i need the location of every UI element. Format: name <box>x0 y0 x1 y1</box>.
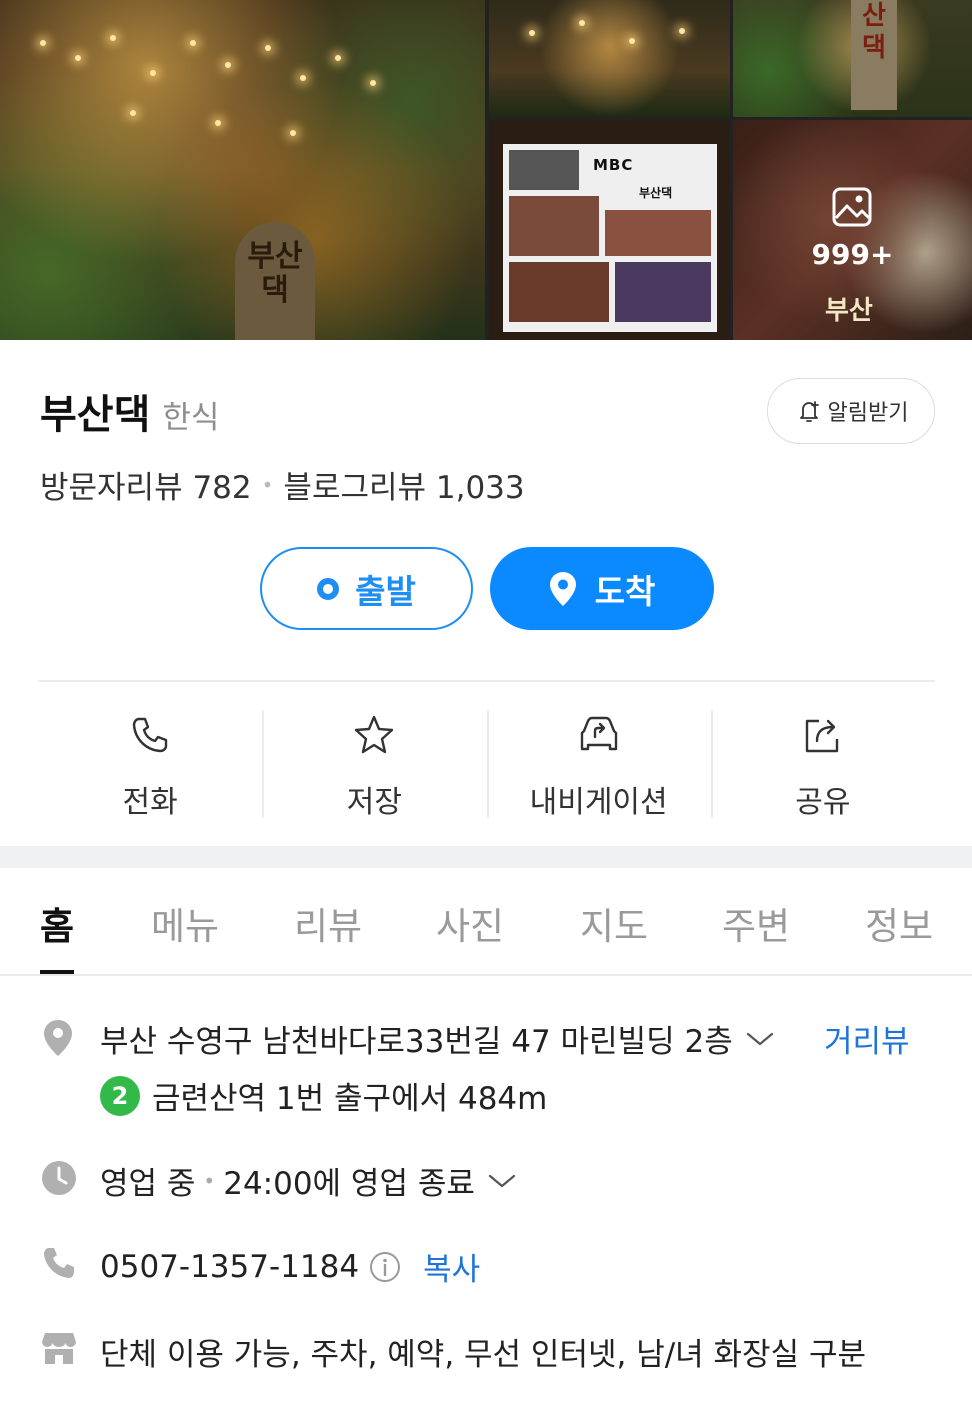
divider <box>38 680 935 682</box>
photo-thumbnail[interactable]: 산댁 <box>733 0 972 117</box>
action-label: 저장 <box>346 785 402 820</box>
call-action[interactable]: 전화 <box>38 706 262 821</box>
section-gap <box>0 846 972 868</box>
tab-map[interactable]: 지도 <box>580 896 648 950</box>
tab-menu[interactable]: 메뉴 <box>151 896 219 950</box>
photo-watermark: 부산 <box>825 296 873 326</box>
place-header: 부산댁 한식 <box>40 382 219 440</box>
car-navigation-icon <box>580 716 617 750</box>
visitor-reviews-link[interactable]: 방문자리뷰 782 <box>40 462 252 507</box>
alarm-button[interactable]: 알림받기 <box>767 378 935 444</box>
banner-sign: 산댁 <box>851 0 897 110</box>
phone-icon <box>44 1248 74 1278</box>
active-tab-indicator <box>40 970 74 974</box>
star-icon <box>355 715 394 753</box>
place-category: 한식 <box>162 400 220 436</box>
amenities-text: 단체 이용 가능, 주차, 예약, 무선 인터넷, 남/녀 화장실 구분 <box>100 1337 866 1373</box>
alarm-label: 알림받기 <box>827 401 909 426</box>
tab-photos[interactable]: 사진 <box>436 896 504 950</box>
photo-thumbnail[interactable]: MBC 부산댁 <box>489 120 730 340</box>
hours-row[interactable]: 영업 중 • 24:00에 영업 종료 <box>100 1158 517 1203</box>
business-hours: 24:00에 영업 종료 <box>223 1166 475 1202</box>
address-text: 부산 수영구 남천바다로33번길 47 마린빌딩 2층 <box>100 1024 733 1060</box>
action-label: 내비게이션 <box>529 785 668 820</box>
tab-nearby[interactable]: 주변 <box>722 896 790 950</box>
tab-home[interactable]: 홈 <box>40 896 74 950</box>
restaurant-sign: 부산댁 <box>235 222 315 340</box>
phone-number[interactable]: 0507-1357-1184 <box>100 1249 359 1285</box>
tab-reviews[interactable]: 리뷰 <box>294 896 362 950</box>
mbc-logo: MBC <box>593 156 634 174</box>
image-icon <box>832 187 872 227</box>
photo-count: 999+ <box>811 238 894 271</box>
photo-gallery: 부산댁 산댁 MBC 부산댁 999+ 부산 <box>0 0 972 340</box>
navigation-action[interactable]: 내비게이션 <box>486 706 711 821</box>
review-summary: 방문자리뷰 782 • 블로그리뷰 1,033 <box>40 462 525 507</box>
amenities-row: 단체 이용 가능, 주차, 예약, 무선 인터넷, 남/녀 화장실 구분 <box>100 1329 866 1374</box>
main-photo[interactable]: 부산댁 <box>0 0 485 340</box>
share-action[interactable]: 공유 <box>710 706 935 821</box>
info-icon[interactable] <box>369 1251 401 1283</box>
destination-label: 도착 <box>594 571 656 611</box>
chevron-down-icon[interactable] <box>487 1171 517 1191</box>
save-action[interactable]: 저장 <box>262 706 486 821</box>
street-view-link[interactable]: 거리뷰 <box>824 1016 910 1061</box>
phone-icon <box>132 717 168 752</box>
address-row[interactable]: 부산 수영구 남천바다로33번길 47 마린빌딩 2층 <box>100 1016 775 1061</box>
place-name: 부산댁 <box>40 392 151 438</box>
start-label: 출발 <box>355 571 416 611</box>
origin-icon <box>317 577 340 600</box>
location-pin-icon <box>549 571 576 606</box>
more-photos[interactable]: 999+ 부산 <box>733 120 972 340</box>
destination-button[interactable]: 도착 <box>490 547 714 630</box>
subway-directions: 금련산역 1번 출구에서 484m <box>152 1081 548 1117</box>
photo-thumbnail[interactable] <box>489 0 730 117</box>
subway-line-badge: 2 <box>100 1075 140 1116</box>
board-name: 부산댁 <box>639 186 673 200</box>
location-pin-icon <box>44 1020 72 1056</box>
bell-plus-icon <box>799 401 819 422</box>
clock-icon <box>42 1161 76 1195</box>
phone-row: 0507-1357-1184 복사 <box>100 1244 480 1289</box>
chevron-down-icon[interactable] <box>745 1029 775 1049</box>
tab-bar: 홈 메뉴 리뷰 사진 지도 주변 정보 <box>0 868 972 976</box>
tab-info[interactable]: 정보 <box>865 896 933 950</box>
blog-reviews-link[interactable]: 블로그리뷰 1,033 <box>283 462 524 507</box>
action-label: 공유 <box>795 785 851 820</box>
action-label: 전화 <box>122 785 178 820</box>
copy-button[interactable]: 복사 <box>423 1244 480 1289</box>
subway-row: 2 금련산역 1번 출구에서 484m <box>100 1073 547 1118</box>
share-icon <box>805 719 839 752</box>
business-status: 영업 중 <box>100 1166 196 1202</box>
start-button[interactable]: 출발 <box>260 547 473 630</box>
store-icon <box>42 1333 76 1364</box>
action-bar: 전화 저장 내비게이션 공유 <box>38 706 935 821</box>
